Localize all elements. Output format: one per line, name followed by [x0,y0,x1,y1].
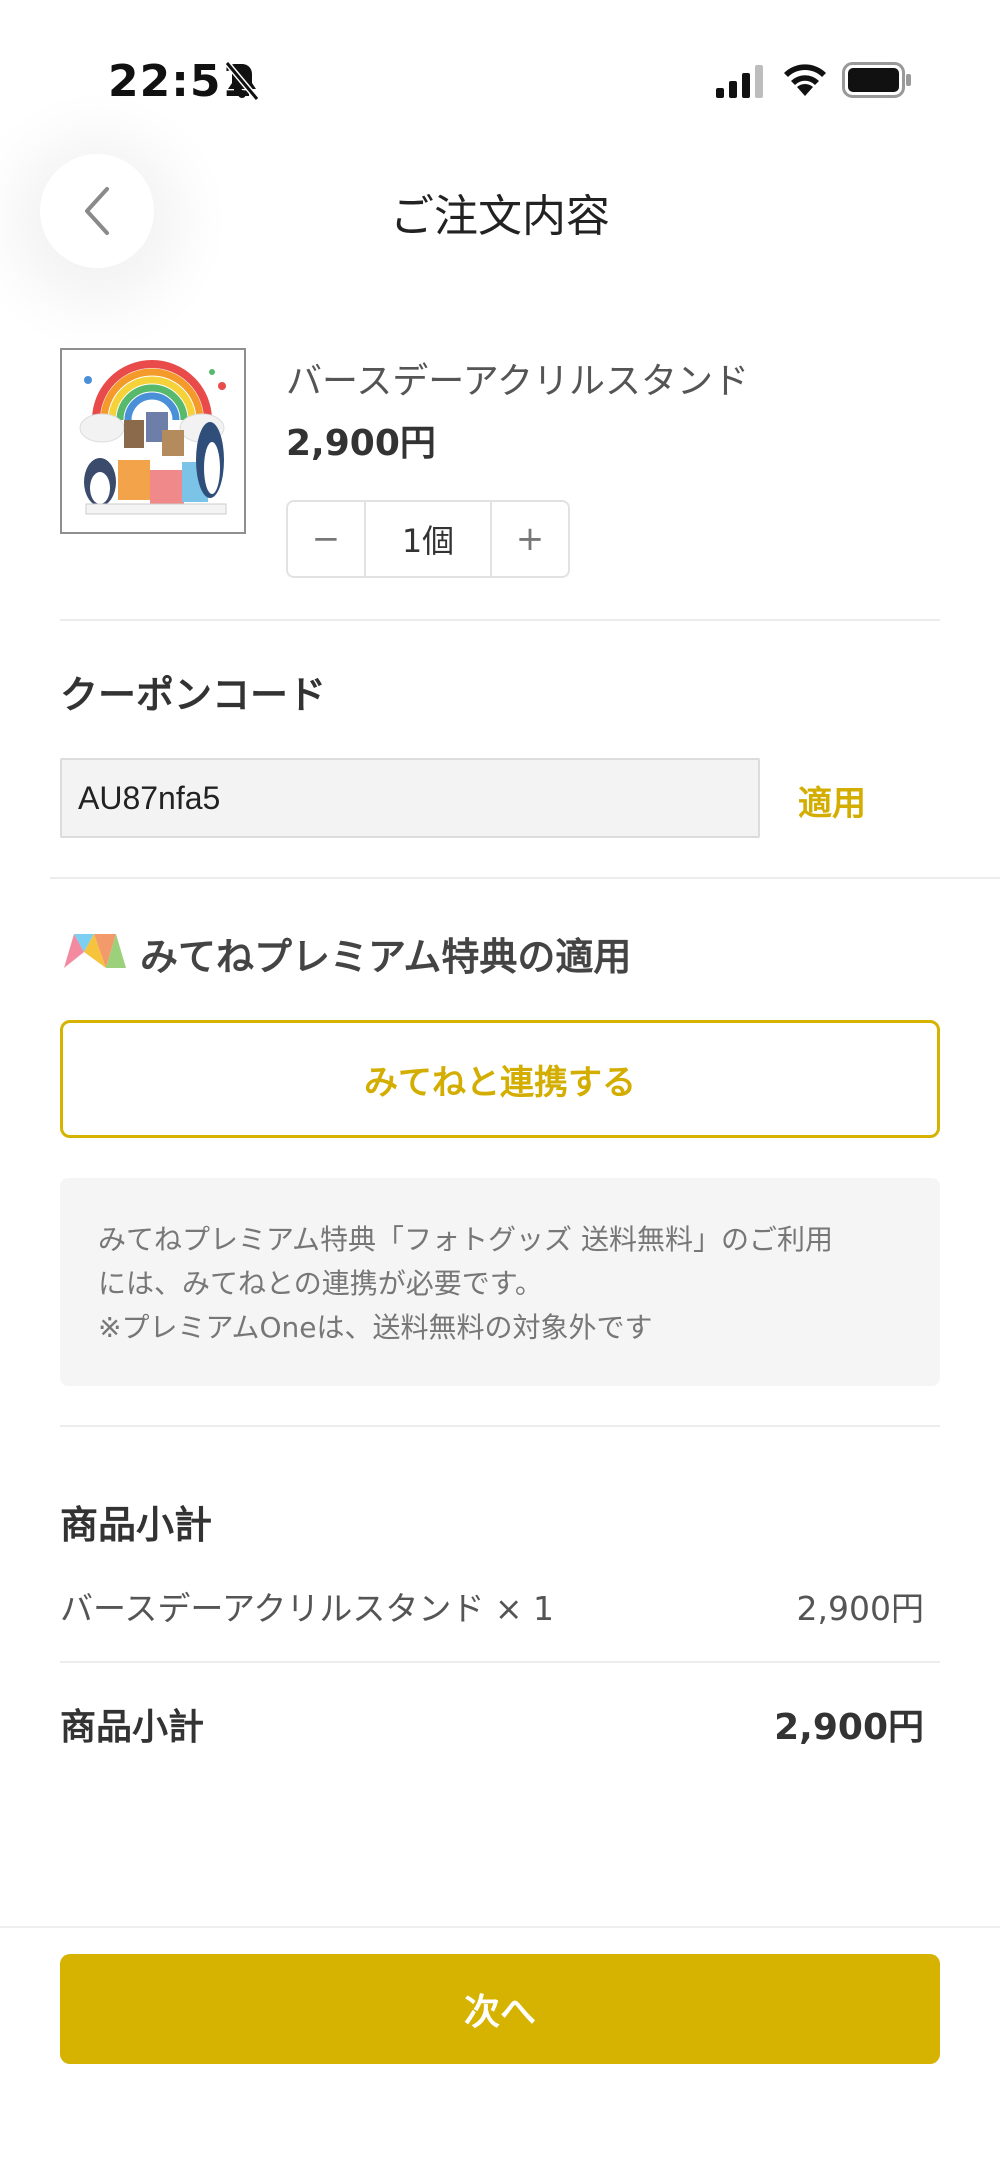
battery-icon [842,62,911,98]
product-name: バースデーアクリルスタンド [286,361,749,402]
premium-section-title: みてねプレミアム特典の適用 [140,935,632,979]
product-price: 2,900円 [286,423,436,464]
divider [50,877,1000,879]
cellular-signal-icon [716,65,763,98]
wifi-icon [784,64,826,96]
coupon-code-input[interactable] [60,758,760,838]
premium-info-box: みてねプレミアム特典「フォトグッズ 送料無料」のご利用 には、みてねとの連携が必… [60,1178,940,1386]
coupon-apply-button[interactable]: 適用 [782,776,882,825]
premium-info-line: には、みてねとの連携が必要です。 [98,1267,543,1300]
status-bar: 22:51 [0,0,1000,160]
premium-info-note: ※プレミアムOneは、送料無料の対象外です [98,1311,653,1344]
next-button[interactable]: 次へ [60,1954,940,2064]
subtotal-section-title: 商品小計 [60,1503,213,1547]
divider [60,1425,940,1427]
quantity-stepper: − 1個 + [286,500,570,578]
subtotal-total-value: 2,900円 [774,1707,924,1748]
quantity-increase-button[interactable]: + [492,502,568,576]
mitene-logo-icon [64,934,126,968]
subtotal-item-price: 2,900円 [796,1589,924,1628]
subtotal-item-label: バースデーアクリルスタンド × 1 [60,1589,555,1628]
coupon-section-title: クーポンコード [60,673,327,717]
subtotal-total-label: 商品小計 [60,1707,205,1748]
link-mitene-button[interactable]: みてねと連携する [60,1020,940,1138]
quantity-decrease-button[interactable]: − [288,502,364,576]
page-title: ご注文内容 [390,191,610,242]
product-thumbnail [60,348,246,534]
footer-divider [0,1926,1000,1928]
quantity-value: 1個 [364,502,492,576]
acrylic-stand-image [79,360,227,515]
divider [60,1661,940,1663]
bell-muted-icon [224,61,260,101]
divider [60,619,940,621]
premium-info-line: みてねプレミアム特典「フォトグッズ 送料無料」のご利用 [98,1223,833,1256]
